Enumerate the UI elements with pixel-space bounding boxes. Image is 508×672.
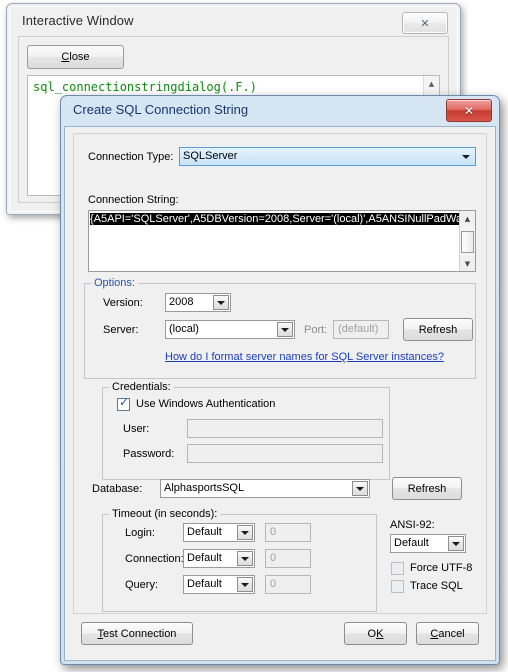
login-timeout-value: 0 xyxy=(270,526,277,538)
login-timeout-mode-value: Default xyxy=(187,526,222,538)
connection-string-label: Connection String: xyxy=(88,194,179,206)
test-connection-button[interactable]: Test Connection xyxy=(81,622,193,645)
timeout-group-caption: Timeout (in seconds): xyxy=(109,508,221,520)
database-value: AlphasportsSQL xyxy=(164,482,245,494)
ansi-92-value: Default xyxy=(394,537,429,549)
options-group: Options: Version: 2008 Server: (local) P… xyxy=(84,277,476,379)
interactive-window-title: Interactive Window xyxy=(22,13,134,28)
ok-label: OK xyxy=(367,627,384,640)
cancel-label: Cancel xyxy=(430,627,465,640)
connection-type-label: Connection Type: xyxy=(88,151,174,163)
chevron-down-icon[interactable] xyxy=(352,481,368,496)
chevron-down-icon[interactable] xyxy=(213,295,229,310)
cancel-accel: C xyxy=(430,627,439,640)
force-utf8-checkbox[interactable] xyxy=(391,562,404,575)
dialog-title: Create SQL Connection String xyxy=(73,102,249,117)
server-combo[interactable]: (local) xyxy=(165,320,295,339)
query-timeout-label: Query: xyxy=(125,579,159,591)
password-label: Password: xyxy=(123,448,175,460)
database-label: Database: xyxy=(92,483,143,495)
connection-timeout-mode-value: Default xyxy=(187,552,222,564)
close-button-label: Close xyxy=(61,51,90,63)
connection-type-value: SQLServer xyxy=(183,150,238,162)
chevron-down-icon[interactable] xyxy=(237,551,253,566)
refresh-server-label: Refresh xyxy=(418,323,458,336)
query-timeout-mode-value: Default xyxy=(187,578,222,590)
scroll-up-arrow-icon[interactable]: ▲ xyxy=(424,77,439,91)
port-label: Port: xyxy=(304,324,328,336)
refresh-database-button[interactable]: Refresh xyxy=(392,477,462,500)
query-timeout-input[interactable]: 0 xyxy=(265,575,311,594)
cancel-button[interactable]: Cancel xyxy=(416,622,479,645)
version-value: 2008 xyxy=(169,296,194,308)
chevron-down-icon[interactable] xyxy=(237,577,253,592)
query-timeout-mode-combo[interactable]: Default xyxy=(183,575,255,594)
server-label: Server: xyxy=(103,324,139,336)
connection-type-combo[interactable]: SQLServer xyxy=(179,147,476,166)
connection-timeout-input[interactable]: 0 xyxy=(265,549,311,568)
test-connection-accel: T xyxy=(97,627,104,640)
credentials-group: Credentials: ✓ Use Windows Authenticatio… xyxy=(102,381,390,480)
query-timeout-value: 0 xyxy=(270,578,277,590)
database-combo[interactable]: AlphasportsSQL xyxy=(160,479,370,498)
dialog-content-panel: Connection Type: SQLServer Connection St… xyxy=(73,133,487,614)
connection-timeout-value: 0 xyxy=(270,552,277,564)
connection-timeout-label: Connection: xyxy=(125,553,184,565)
close-button[interactable]: Close xyxy=(27,45,124,69)
chevron-down-icon[interactable] xyxy=(237,525,253,540)
close-icon[interactable]: ✕ xyxy=(446,99,492,122)
login-timeout-label: Login: xyxy=(125,527,155,539)
test-connection-label: Test Connection xyxy=(97,627,177,640)
trace-sql-label: Trace SQL xyxy=(410,580,463,592)
chevron-down-icon[interactable] xyxy=(277,322,293,337)
credentials-group-caption: Credentials: xyxy=(109,381,174,393)
create-sql-connection-string-dialog[interactable]: Create SQL Connection String ✕ Connectio… xyxy=(60,95,500,665)
ansi-92-combo[interactable]: Default xyxy=(390,534,466,553)
use-windows-authentication-label: Use Windows Authentication xyxy=(136,398,276,410)
user-input[interactable] xyxy=(187,419,383,438)
version-combo[interactable]: 2008 xyxy=(165,293,231,312)
chevron-down-icon[interactable] xyxy=(458,149,474,164)
refresh-database-label: Refresh xyxy=(407,482,447,495)
port-placeholder: (default) xyxy=(338,323,379,335)
timeout-group: Timeout (in seconds): Login: Default 0 C… xyxy=(102,508,377,612)
login-timeout-mode-combo[interactable]: Default xyxy=(183,523,255,542)
server-value: (local) xyxy=(169,323,199,335)
ansi-92-label: ANSI-92: xyxy=(390,519,435,531)
ok-accel: K xyxy=(376,627,384,640)
connection-timeout-mode-combo[interactable]: Default xyxy=(183,549,255,568)
chevron-down-icon[interactable] xyxy=(448,536,464,551)
options-group-caption: Options: xyxy=(91,277,138,289)
version-label: Version: xyxy=(103,297,143,309)
use-windows-authentication-checkbox[interactable]: ✓ xyxy=(117,395,130,411)
close-icon[interactable]: ✕ xyxy=(402,12,448,34)
dialog-button-bar: Test Connection OK Cancel xyxy=(73,620,487,652)
server-name-help-link[interactable]: How do I format server names for SQL Ser… xyxy=(165,351,444,363)
scroll-up-arrow-icon[interactable]: ▲ xyxy=(460,211,475,226)
dialog-frame: Connection Type: SQLServer Connection St… xyxy=(64,126,496,661)
connection-string-scrollbar[interactable]: ▲ ▼ xyxy=(459,211,475,271)
login-timeout-input[interactable]: 0 xyxy=(265,523,311,542)
user-label: User: xyxy=(123,423,150,435)
scrollbar-thumb[interactable] xyxy=(461,231,474,253)
password-input[interactable] xyxy=(187,444,383,463)
force-utf8-label: Force UTF-8 xyxy=(410,562,473,574)
connection-string-text: {A5API='SQLServer',A5DBVersion=2008,Serv… xyxy=(90,212,459,270)
connection-string-textarea[interactable]: {A5API='SQLServer',A5DBVersion=2008,Serv… xyxy=(88,210,476,272)
ok-button[interactable]: OK xyxy=(344,622,407,645)
connection-string-value: {A5API='SQLServer',A5DBVersion=2008,Serv… xyxy=(90,213,459,225)
check-icon: ✓ xyxy=(119,395,130,409)
refresh-server-button[interactable]: Refresh xyxy=(403,318,473,341)
close-button-accel: C xyxy=(61,51,70,63)
scroll-down-arrow-icon[interactable]: ▼ xyxy=(460,256,475,271)
trace-sql-checkbox[interactable] xyxy=(391,580,404,593)
port-input[interactable]: (default) xyxy=(333,320,389,339)
